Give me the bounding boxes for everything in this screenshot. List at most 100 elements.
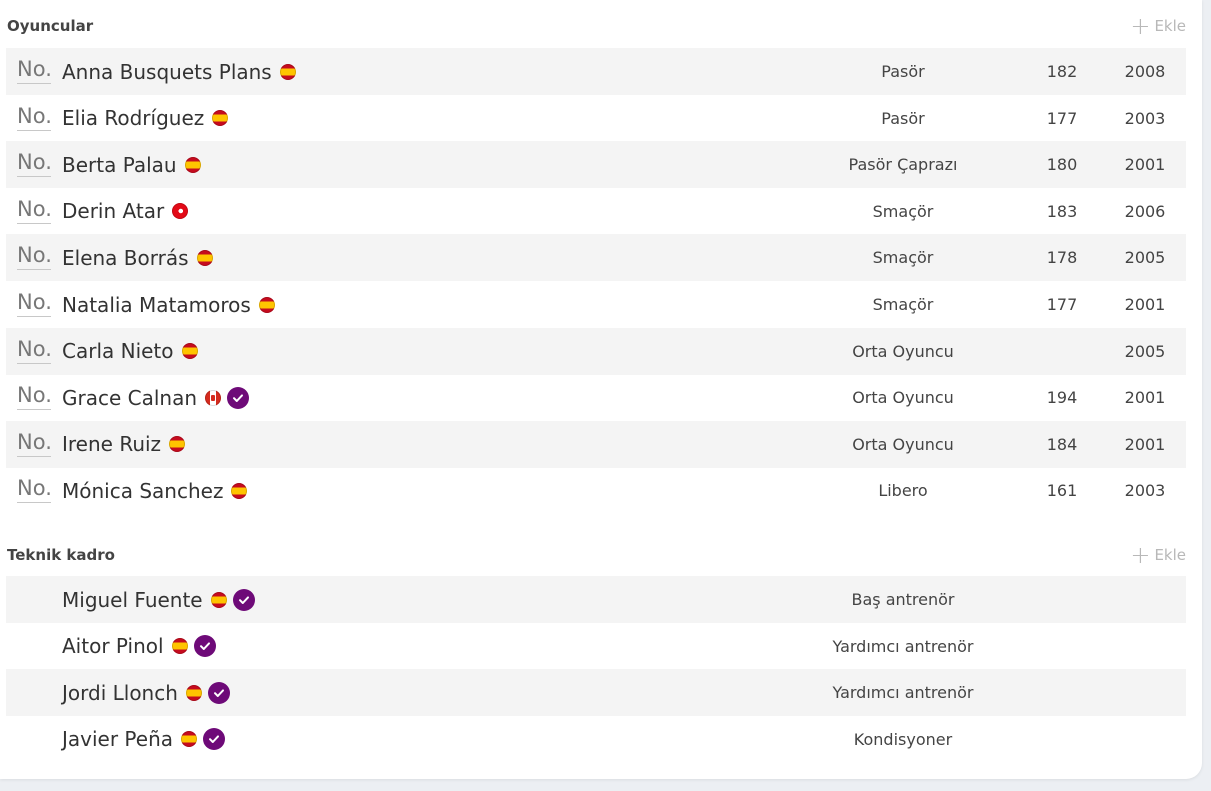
plus-icon: + xyxy=(1130,541,1151,569)
player-height xyxy=(1036,328,1088,375)
player-position: Orta Oyuncu xyxy=(852,341,954,361)
player-row[interactable]: No. Derin Atar Smaçör 183 2006 xyxy=(6,188,1186,235)
player-position: Pasör xyxy=(881,62,925,81)
players-section-header: Oyuncular + Ekle xyxy=(7,14,1186,38)
player-position: Libero xyxy=(878,481,928,501)
add-player-label: Ekle xyxy=(1154,17,1186,35)
spain-flag-icon xyxy=(171,638,188,655)
canada-flag-icon xyxy=(205,389,222,406)
person-name[interactable]: Natalia Matamoros xyxy=(62,293,251,317)
verified-check-icon xyxy=(203,728,226,751)
jersey-number-input[interactable]: No. xyxy=(17,104,52,131)
player-height: 177 xyxy=(1046,108,1078,128)
player-height: 182 xyxy=(1046,62,1078,81)
player-position: Smaçör xyxy=(872,201,934,221)
staff-row[interactable]: Javier Peña Kondisyoner xyxy=(6,716,1186,763)
verified-check-icon xyxy=(207,681,230,704)
spain-flag-icon xyxy=(181,731,198,748)
jersey-number-input[interactable]: No. xyxy=(17,197,52,224)
person-name-group: Elena Borrás xyxy=(62,234,213,281)
staff-role: Kondisyoner xyxy=(853,729,953,749)
player-row[interactable]: No. Carla Nieto Orta Oyuncu 2005 xyxy=(6,327,1186,375)
staff-role: Yardımcı antrenör xyxy=(832,636,974,656)
player-birth-year: 2008 xyxy=(1124,62,1166,81)
team-roster-card: Oyuncular + Ekle No. Anna Busquets Plans P… xyxy=(0,0,1202,779)
staff-row[interactable]: Miguel Fuente Baş antrenör xyxy=(6,576,1186,623)
person-name[interactable]: Mónica Sanchez xyxy=(62,479,223,503)
player-position: Smaçör xyxy=(872,295,934,314)
add-staff-label: Ekle xyxy=(1154,546,1186,564)
player-position: Orta Oyuncu xyxy=(852,388,954,408)
player-birth-year: 2003 xyxy=(1124,481,1166,501)
jersey-number-input[interactable]: No. xyxy=(17,291,52,317)
spain-flag-icon xyxy=(184,156,201,173)
person-name-group: Berta Palau xyxy=(62,141,201,188)
verified-check-icon xyxy=(232,588,255,611)
players-section-title: Oyuncular xyxy=(7,17,94,35)
staff-row[interactable]: Aitor Pinol Yardımcı antrenör xyxy=(6,623,1186,670)
player-row[interactable]: No. Anna Busquets Plans Pasör 182 2008 xyxy=(6,48,1186,95)
person-name[interactable]: Berta Palau xyxy=(62,153,177,177)
player-birth-year: 2001 xyxy=(1124,155,1166,175)
player-row[interactable]: No. Grace Calnan Orta Oyuncu 194 2001 xyxy=(6,374,1186,421)
staff-section-title: Teknik kadro xyxy=(7,546,115,564)
player-height: 183 xyxy=(1046,201,1078,221)
spain-flag-icon xyxy=(279,63,296,80)
staff-row[interactable]: Jordi Llonch Yardımcı antrenör xyxy=(6,669,1186,717)
add-player-button[interactable]: + Ekle xyxy=(1130,14,1186,38)
player-height: 177 xyxy=(1046,295,1078,314)
person-name[interactable]: Grace Calnan xyxy=(62,386,197,410)
person-name[interactable]: Anna Busquets Plans xyxy=(62,60,272,84)
person-name[interactable]: Elena Borrás xyxy=(62,246,189,270)
person-name-group: Mónica Sanchez xyxy=(62,467,248,514)
spain-flag-icon xyxy=(185,684,202,701)
jersey-number-input[interactable]: No. xyxy=(17,58,52,84)
person-name[interactable]: Carla Nieto xyxy=(62,339,174,363)
player-row[interactable]: No. Elena Borrás Smaçör 178 2005 xyxy=(6,234,1186,282)
spain-flag-icon xyxy=(231,482,248,499)
player-height: 180 xyxy=(1046,155,1078,175)
player-row[interactable]: No. Irene Ruiz Orta Oyuncu 184 2001 xyxy=(6,420,1186,468)
spain-flag-icon xyxy=(210,591,227,608)
player-position: Pasör xyxy=(881,108,925,128)
person-name[interactable]: Miguel Fuente xyxy=(62,588,203,612)
person-name-group: Miguel Fuente xyxy=(62,576,255,623)
jersey-number-input[interactable]: No. xyxy=(17,384,52,411)
jersey-number-input[interactable]: No. xyxy=(17,430,52,457)
person-name[interactable]: Derin Atar xyxy=(62,199,164,223)
person-name[interactable]: Irene Ruiz xyxy=(62,432,161,456)
person-name[interactable]: Javier Peña xyxy=(62,727,173,751)
person-name-group: Irene Ruiz xyxy=(62,421,186,468)
player-row[interactable]: No. Natalia Matamoros Smaçör 177 2001 xyxy=(6,281,1186,328)
person-name-group: Javier Peña xyxy=(62,716,226,763)
spain-flag-icon xyxy=(196,249,213,266)
person-name-group: Jordi Llonch xyxy=(62,669,230,716)
player-birth-year: 2001 xyxy=(1124,434,1166,454)
player-position: Orta Oyuncu xyxy=(852,434,954,454)
player-row[interactable]: No. Berta Palau Pasör Çaprazı 180 2001 xyxy=(6,141,1186,189)
person-name[interactable]: Jordi Llonch xyxy=(62,681,178,705)
add-staff-button[interactable]: + Ekle xyxy=(1130,543,1186,567)
verified-check-icon xyxy=(193,635,216,658)
turkey-flag-icon xyxy=(172,203,189,220)
person-name-group: Anna Busquets Plans xyxy=(62,48,296,95)
player-row[interactable]: No. Elia Rodríguez Pasör 177 2003 xyxy=(6,95,1186,142)
person-name[interactable]: Aitor Pinol xyxy=(62,634,164,658)
spain-flag-icon xyxy=(181,343,198,360)
person-name[interactable]: Elia Rodríguez xyxy=(62,106,204,130)
player-row[interactable]: No. Mónica Sanchez Libero 161 2003 xyxy=(6,467,1186,514)
person-name-group: Elia Rodríguez xyxy=(62,95,229,142)
player-height: 161 xyxy=(1046,481,1078,501)
jersey-number-input[interactable]: No. xyxy=(17,477,52,504)
person-name-group: Derin Atar xyxy=(62,188,189,235)
verified-check-icon xyxy=(227,386,250,409)
spain-flag-icon xyxy=(258,296,275,313)
jersey-number-input[interactable]: No. xyxy=(17,151,52,178)
player-position: Pasör Çaprazı xyxy=(848,155,958,175)
staff-role: Yardımcı antrenör xyxy=(832,683,974,703)
jersey-number-input[interactable]: No. xyxy=(17,244,52,271)
player-birth-year: 2005 xyxy=(1124,341,1166,361)
player-height: 184 xyxy=(1046,434,1078,454)
staff-section-header: Teknik kadro + Ekle xyxy=(7,543,1186,567)
jersey-number-input[interactable]: No. xyxy=(17,337,52,364)
